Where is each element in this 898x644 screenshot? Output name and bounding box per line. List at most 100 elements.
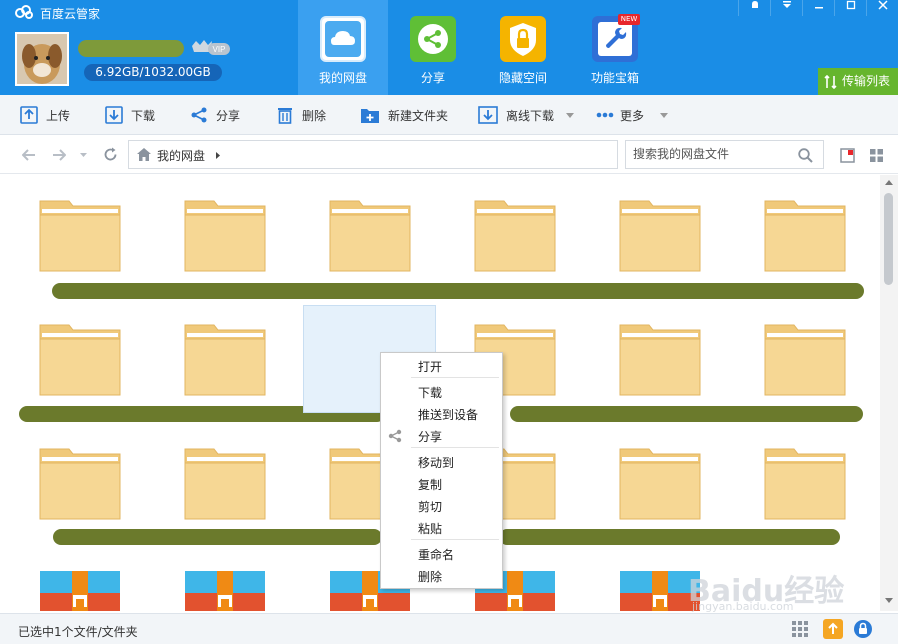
upload-icon xyxy=(20,106,38,124)
folder-item[interactable] xyxy=(39,447,121,521)
back-arrow-icon[interactable] xyxy=(22,149,36,161)
menu-item-share[interactable]: 分享 xyxy=(418,428,442,445)
menu-separator xyxy=(411,539,499,540)
download-icon xyxy=(105,106,123,124)
menu-item-push-to-device[interactable]: 推送到设备 xyxy=(418,406,478,423)
chevron-down-icon xyxy=(566,112,575,118)
archive-file-icon[interactable] xyxy=(184,571,266,611)
list-view-icon[interactable] xyxy=(840,148,855,163)
folder-item[interactable] xyxy=(764,199,846,273)
folder-item[interactable] xyxy=(39,323,121,397)
lock-status-icon[interactable] xyxy=(853,619,873,639)
transfer-arrows-icon xyxy=(824,75,837,89)
grid-apps-icon[interactable] xyxy=(792,621,809,638)
menu-dropdown-icon[interactable] xyxy=(770,0,802,16)
menu-item-paste[interactable]: 粘贴 xyxy=(418,520,442,537)
forward-arrow-icon[interactable] xyxy=(52,149,66,161)
maximize-icon[interactable] xyxy=(834,0,866,16)
tab-share[interactable]: 分享 xyxy=(388,0,478,95)
tab-label: 分享 xyxy=(420,71,445,85)
upload-status-icon[interactable] xyxy=(823,619,843,639)
status-bar: 已选中1个文件/文件夹 xyxy=(0,613,898,644)
share-button[interactable]: 分享 xyxy=(190,95,240,135)
tab-label: 我的网盘 xyxy=(318,71,367,85)
menu-item-rename[interactable]: 重命名 xyxy=(418,546,454,563)
folder-item[interactable] xyxy=(184,199,266,273)
window-controls xyxy=(738,0,898,16)
folder-item[interactable] xyxy=(764,447,846,521)
folder-item[interactable] xyxy=(764,323,846,397)
redacted-filename xyxy=(510,406,863,422)
menu-item-copy[interactable]: 复制 xyxy=(418,476,442,493)
folder-item[interactable] xyxy=(184,447,266,521)
menu-item-delete[interactable]: 删除 xyxy=(418,568,442,585)
history-dropdown-icon[interactable] xyxy=(80,153,87,157)
more-button[interactable]: 更多 xyxy=(596,95,676,135)
tab-toolbox[interactable]: NEW 功能宝箱 xyxy=(570,0,660,95)
delete-button[interactable]: 删除 xyxy=(276,95,326,135)
folder-item[interactable] xyxy=(39,199,121,273)
new-folder-button[interactable]: 新建文件夹 xyxy=(360,95,448,135)
trash-icon xyxy=(278,108,292,124)
tab-label: 隐藏空间 xyxy=(498,71,547,85)
menu-item-open[interactable]: 打开 xyxy=(418,358,442,375)
transfer-list-button[interactable]: 传输列表 xyxy=(818,68,898,95)
menu-item-cut[interactable]: 剪切 xyxy=(418,498,442,515)
new-badge: NEW xyxy=(618,14,640,25)
minimize-icon[interactable] xyxy=(802,0,834,16)
context-menu: 打开 下载 推送到设备 分享 移动到 复制 剪切 粘贴 重命名 删除 xyxy=(380,352,503,589)
folder-item[interactable] xyxy=(184,323,266,397)
app-title: 百度云管家 xyxy=(40,7,101,21)
menu-item-download[interactable]: 下载 xyxy=(418,384,442,401)
refresh-icon[interactable] xyxy=(103,147,118,162)
folder-item[interactable] xyxy=(474,199,556,273)
selection-status: 已选中1个文件/文件夹 xyxy=(18,625,138,639)
redacted-filename xyxy=(499,529,840,545)
breadcrumb-chevron-icon[interactable] xyxy=(216,152,220,159)
new-folder-icon xyxy=(361,109,379,123)
app-header: 百度云管家 VIP 6.92GB/1032.00GB 我的网盘 分享 隐藏空间 … xyxy=(0,0,898,95)
storage-quota: 6.92GB/1032.00GB xyxy=(84,64,222,81)
folder-item[interactable] xyxy=(619,199,701,273)
folder-item[interactable] xyxy=(329,199,411,273)
avatar[interactable] xyxy=(15,32,69,86)
cloud-icon xyxy=(320,16,366,62)
tab-hidden-space[interactable]: 隐藏空间 xyxy=(478,0,568,95)
breadcrumb: 我的网盘 xyxy=(128,140,618,169)
offline-download-label: 离线下载 xyxy=(506,108,555,123)
folder-item[interactable] xyxy=(619,323,701,397)
share-icon xyxy=(388,429,402,443)
lock-icon xyxy=(500,16,546,62)
skin-icon[interactable] xyxy=(738,0,770,16)
close-icon[interactable] xyxy=(866,0,898,16)
offline-download-button[interactable]: 离线下载 xyxy=(478,95,582,135)
share-icon xyxy=(191,107,207,123)
scroll-up-icon[interactable] xyxy=(885,180,893,185)
search-icon[interactable] xyxy=(798,148,813,163)
search-input[interactable]: 搜索我的网盘文件 xyxy=(625,140,824,169)
tab-my-netdisk[interactable]: 我的网盘 xyxy=(298,0,388,95)
path-bar: 我的网盘 搜索我的网盘文件 xyxy=(0,136,898,174)
redacted-filename xyxy=(52,283,864,299)
action-toolbar: 上传 下载 分享 删除 新建文件夹 离线下载 更多 xyxy=(0,95,898,135)
more-dots-icon xyxy=(596,112,614,118)
redacted-filename xyxy=(53,529,382,545)
breadcrumb-root[interactable]: 我的网盘 xyxy=(157,147,205,164)
grid-view-icon[interactable] xyxy=(869,148,884,163)
menu-item-move-to[interactable]: 移动到 xyxy=(418,454,454,471)
menu-separator xyxy=(411,377,499,378)
new-folder-label: 新建文件夹 xyxy=(388,108,449,123)
more-label: 更多 xyxy=(620,108,645,123)
scroll-down-icon[interactable] xyxy=(885,598,893,603)
archive-file-icon[interactable] xyxy=(39,571,121,611)
home-icon[interactable] xyxy=(137,148,151,161)
username-redacted xyxy=(78,40,184,57)
chevron-down-icon xyxy=(660,112,669,118)
download-button[interactable]: 下载 xyxy=(105,95,155,135)
svg-text:VIP: VIP xyxy=(213,45,226,54)
scrollbar-thumb[interactable] xyxy=(884,193,893,285)
vertical-scrollbar[interactable] xyxy=(880,175,898,611)
upload-button[interactable]: 上传 xyxy=(20,95,70,135)
share-icon xyxy=(410,16,456,62)
folder-item[interactable] xyxy=(619,447,701,521)
